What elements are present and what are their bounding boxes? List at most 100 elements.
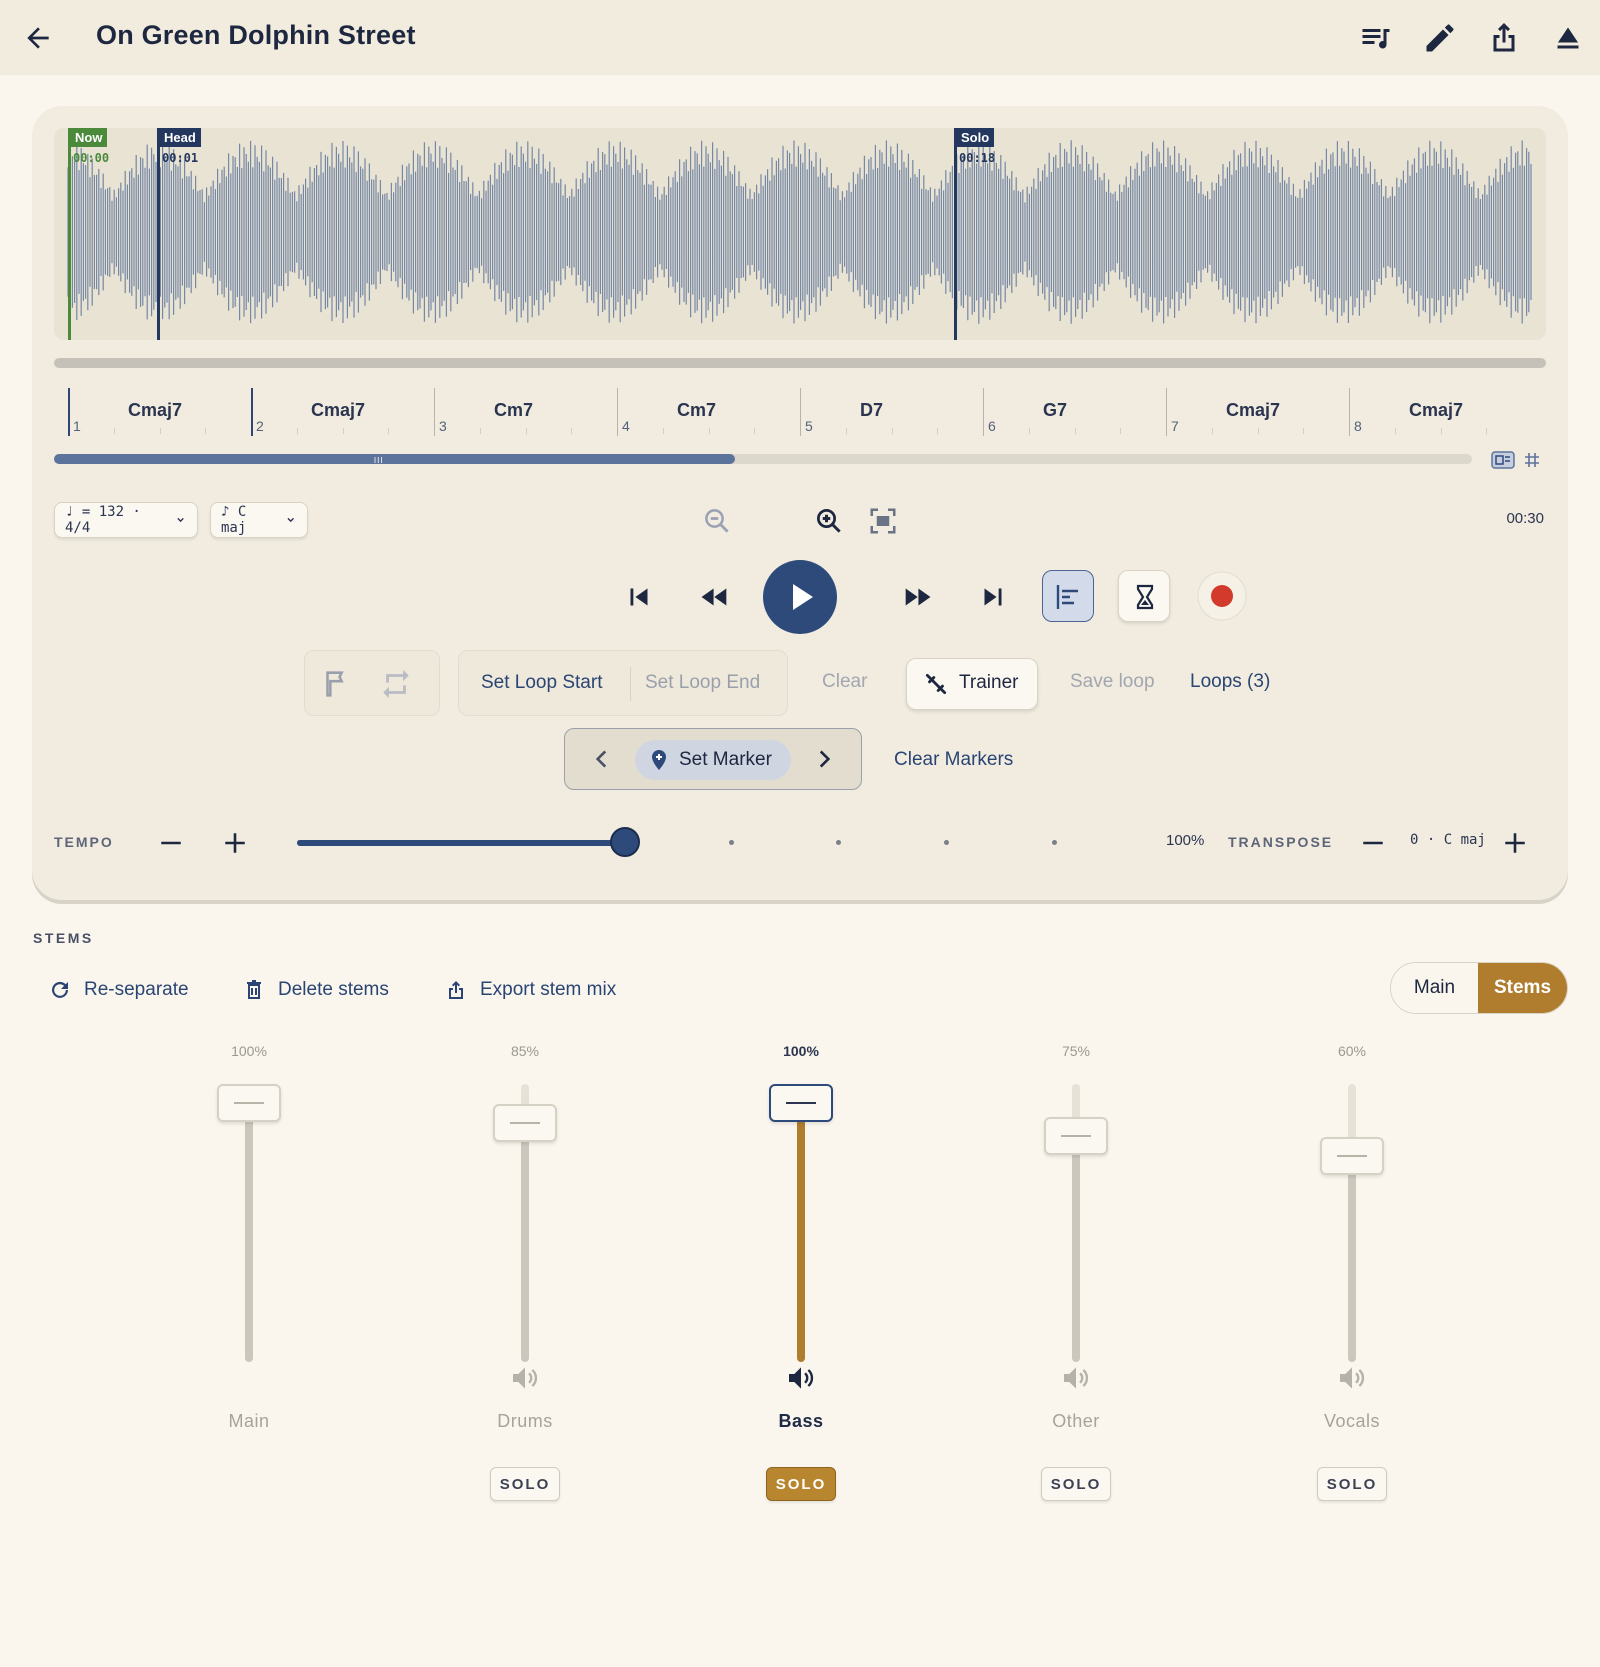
fast-forward-icon[interactable] — [900, 580, 934, 614]
chord-track[interactable]: 1 Cmaj7 2 Cmaj7 3 Cm7 4 Cm7 5 D7 6 G7 7 Cmaj7 8 Cmaj7 — [54, 388, 1546, 442]
transpose-decrease-icon[interactable] — [1360, 830, 1386, 856]
tempo-meter-value: ♩ = 132 · 4/4 — [65, 504, 141, 536]
chord-bar[interactable]: 3 Cm7 — [434, 388, 617, 438]
beat-tick — [526, 428, 527, 434]
chord-label: Cmaj7 — [311, 400, 366, 420]
overview-scrollbar[interactable] — [54, 358, 1546, 368]
rewind-icon[interactable] — [698, 580, 732, 614]
skip-to-end-icon[interactable] — [976, 580, 1010, 614]
tempo-increase-icon[interactable] — [222, 830, 248, 856]
chord-bar[interactable]: 7 Cmaj7 — [1166, 388, 1349, 438]
back-arrow-icon[interactable] — [22, 22, 54, 54]
stem-fader-handle[interactable] — [493, 1103, 557, 1142]
stem-channel-bass: 100% Bass SOLO — [721, 1040, 881, 1510]
beat-tick — [1029, 428, 1030, 434]
trash-icon — [247, 980, 261, 999]
chord-bar[interactable]: 6 G7 — [983, 388, 1166, 438]
queue-music-icon[interactable] — [1358, 20, 1394, 56]
save-loop-button[interactable]: Save loop — [1070, 671, 1155, 693]
chord-bar[interactable]: 1 Cmaj7 — [68, 388, 251, 438]
chord-bar[interactable]: 4 Cm7 — [617, 388, 800, 438]
share-icon[interactable] — [1486, 20, 1522, 56]
loops-button[interactable]: Loops (3) — [1190, 671, 1270, 693]
beat-tick — [205, 428, 206, 434]
chord-bar[interactable]: 8 Cmaj7 — [1349, 388, 1532, 438]
fit-screen-icon[interactable] — [868, 506, 898, 536]
chevron-left-icon[interactable] — [589, 746, 615, 772]
zoom-out-icon[interactable] — [702, 506, 732, 536]
tempo-slider-knob[interactable] — [610, 827, 640, 857]
stem-volume-percent: 100% — [783, 1043, 819, 1059]
solo-button[interactable]: SOLO — [1041, 1467, 1111, 1501]
chord-label: G7 — [1043, 400, 1068, 420]
key-select[interactable]: ♪ C maj — [210, 502, 308, 538]
clear-loop-button[interactable]: Clear — [822, 671, 867, 693]
speaker-icon[interactable] — [785, 1362, 817, 1394]
repeat-icon[interactable] — [379, 667, 413, 701]
marker-solo[interactable]: Solo 00:18 — [954, 128, 995, 340]
delete-stems-label: Delete stems — [278, 979, 389, 1000]
waveform[interactable]: Now 00:00 Head 00:01 Solo 00:18 — [54, 128, 1546, 340]
chevron-right-icon[interactable] — [811, 746, 837, 772]
speaker-icon[interactable] — [509, 1362, 541, 1394]
reseparate-button[interactable]: Re-separate — [48, 976, 189, 1004]
zoom-in-icon[interactable] — [814, 506, 844, 536]
flag-icon[interactable] — [319, 667, 353, 701]
view-toggle-stems[interactable]: Stems — [1478, 963, 1567, 1013]
grid-hash-icon[interactable] — [1522, 450, 1548, 470]
marker-label: Now — [70, 128, 108, 147]
stem-name: Drums — [497, 1411, 553, 1431]
chord-bar[interactable]: 2 Cmaj7 — [251, 388, 434, 438]
align-left-icon — [1056, 585, 1078, 609]
tempo-meter-select[interactable]: ♩ = 132 · 4/4 — [54, 502, 198, 538]
stem-fader-fill — [1072, 1136, 1080, 1362]
stems-section-label: STEMS — [33, 930, 94, 946]
speaker-icon[interactable] — [1060, 1362, 1092, 1394]
count-in-timer-button[interactable] — [1118, 570, 1170, 622]
beat-tick — [571, 428, 572, 434]
skip-to-start-icon[interactable] — [622, 580, 656, 614]
stem-fader-handle[interactable] — [217, 1084, 281, 1122]
fader-grip — [510, 1121, 540, 1124]
hourglass-icon — [1136, 584, 1154, 610]
set-loop-start-button[interactable]: Set Loop Start — [481, 672, 602, 694]
divider — [630, 667, 631, 701]
split-view-icon[interactable] — [1490, 450, 1516, 470]
align-left-button[interactable] — [1042, 570, 1094, 622]
solo-button[interactable]: SOLO — [766, 1467, 836, 1501]
view-toggle: Main Stems — [1390, 962, 1568, 1014]
stem-channel-other: 75% Other SOLO — [996, 1040, 1156, 1510]
export-stem-mix-button[interactable]: Export stem mix — [444, 976, 616, 1004]
marker-now[interactable]: Now 00:00 — [68, 128, 109, 340]
marker-head[interactable]: Head 00:01 — [157, 128, 201, 340]
scroll-grip-icon[interactable]: III — [374, 456, 384, 465]
bar-line — [1349, 388, 1350, 436]
stem-fader-handle[interactable] — [1044, 1117, 1108, 1155]
clear-markers-button[interactable]: Clear Markers — [894, 749, 1013, 771]
bar-number: 6 — [988, 418, 996, 434]
delete-stems-button[interactable]: Delete stems — [242, 976, 389, 1004]
transpose-increase-icon[interactable] — [1502, 830, 1528, 856]
tempo-label: TEMPO — [54, 834, 114, 850]
set-loop-end-button[interactable]: Set Loop End — [645, 672, 760, 694]
speaker-icon[interactable] — [1336, 1362, 1368, 1394]
stem-volume-percent: 85% — [510, 1043, 540, 1059]
tempo-slider[interactable] — [297, 827, 1117, 857]
play-button[interactable] — [763, 560, 837, 634]
timeline-scrollbar[interactable]: III — [54, 454, 1472, 465]
edit-pencil-icon[interactable] — [1422, 20, 1458, 56]
eject-icon[interactable] — [1550, 20, 1586, 56]
record-button[interactable] — [1196, 570, 1248, 622]
stem-fader-handle[interactable] — [769, 1084, 833, 1122]
stem-fader-handle[interactable] — [1320, 1136, 1384, 1175]
top-bar: On Green Dolphin Street — [0, 0, 1600, 75]
chord-bar[interactable]: 5 D7 — [800, 388, 983, 438]
chord-label: Cm7 — [494, 400, 534, 420]
tempo-decrease-icon[interactable] — [158, 830, 184, 856]
solo-button[interactable]: SOLO — [1317, 1467, 1387, 1501]
solo-button[interactable]: SOLO — [490, 1467, 560, 1501]
set-marker-button[interactable]: Set Marker — [635, 740, 791, 780]
key-value: ♪ C maj — [221, 504, 247, 536]
trainer-button[interactable]: Trainer — [906, 658, 1038, 710]
view-toggle-main[interactable]: Main — [1391, 963, 1479, 1013]
